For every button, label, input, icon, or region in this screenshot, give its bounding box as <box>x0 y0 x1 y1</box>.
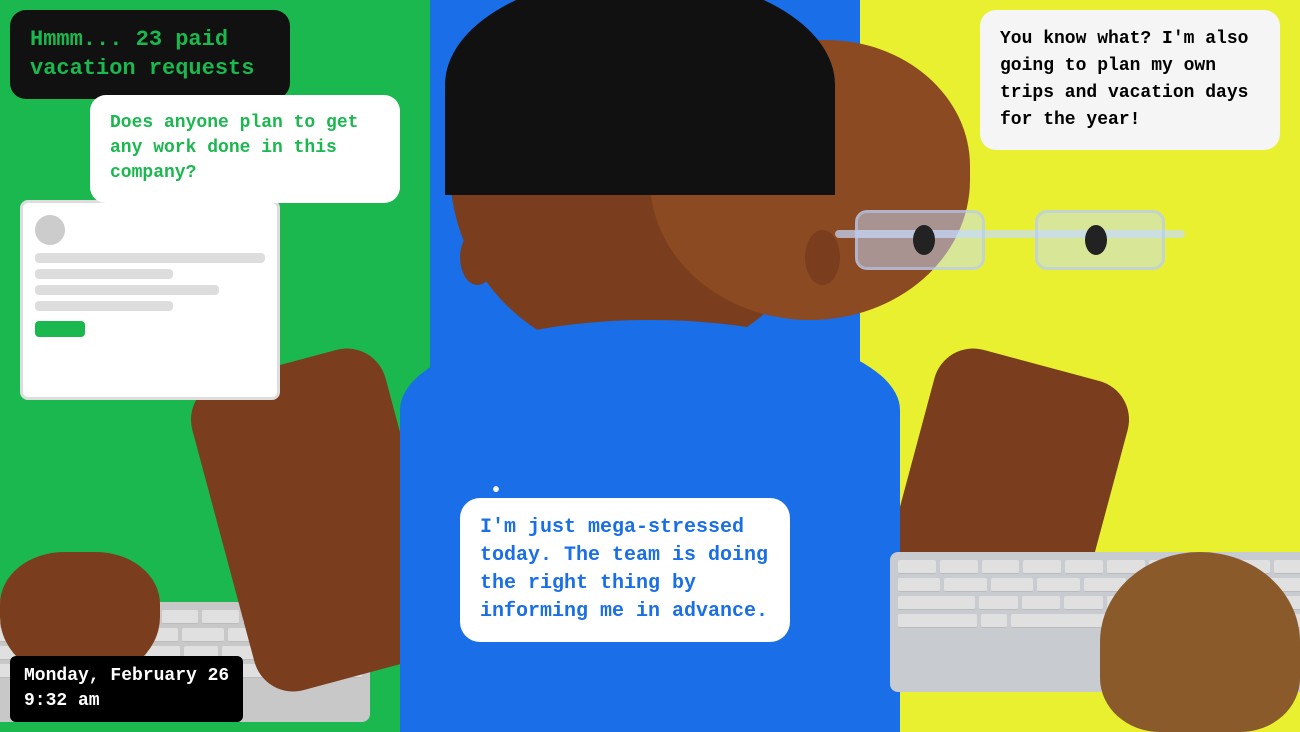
key <box>982 560 1020 574</box>
key <box>1065 560 1103 574</box>
key <box>1022 596 1061 610</box>
key <box>182 628 224 642</box>
monitor-line-4 <box>35 301 173 311</box>
key <box>991 578 1033 592</box>
monitor-avatar <box>35 215 65 245</box>
main-scene: Hmmm... 23 paid vacation requests Does a… <box>0 0 1300 732</box>
monitor-line-2 <box>35 269 173 279</box>
key <box>1037 578 1079 592</box>
key <box>162 610 199 624</box>
key <box>898 614 977 628</box>
eye-pupil-left <box>913 225 935 255</box>
character-ear-right <box>805 230 840 285</box>
key <box>979 596 1018 610</box>
key <box>898 560 936 574</box>
timestamp: Monday, February 26 9:32 am <box>10 656 243 722</box>
monitor-line-3 <box>35 285 219 295</box>
bubble-plan-trips: You know what? I'm also going to plan my… <box>980 10 1280 150</box>
key <box>898 578 940 592</box>
key <box>202 610 239 624</box>
monitor-screen <box>20 200 280 400</box>
bubble-work-question: Does anyone plan to get any work done in… <box>90 95 400 203</box>
timestamp-day: Monday, February 26 <box>24 664 229 689</box>
monitor-content <box>23 203 277 349</box>
key <box>1064 596 1103 610</box>
character-glasses <box>835 210 1185 280</box>
key <box>944 578 986 592</box>
timestamp-time: 9:32 am <box>24 689 229 714</box>
character-hand-right <box>1100 552 1300 732</box>
key <box>1274 560 1300 574</box>
bubble-vacation-count: Hmmm... 23 paid vacation requests <box>10 10 290 99</box>
character-ear-left <box>460 230 495 285</box>
key <box>1023 560 1061 574</box>
bubble-stressed: I'm just mega-stressed today. The team i… <box>460 498 790 642</box>
glasses-lens-right <box>1035 210 1165 270</box>
character-hair <box>445 0 835 195</box>
key <box>898 596 975 610</box>
monitor-button <box>35 321 85 337</box>
glasses-lens-left <box>855 210 985 270</box>
key <box>940 560 978 574</box>
eye-pupil-right <box>1085 225 1107 255</box>
monitor-line-1 <box>35 253 265 263</box>
key <box>981 614 1007 628</box>
